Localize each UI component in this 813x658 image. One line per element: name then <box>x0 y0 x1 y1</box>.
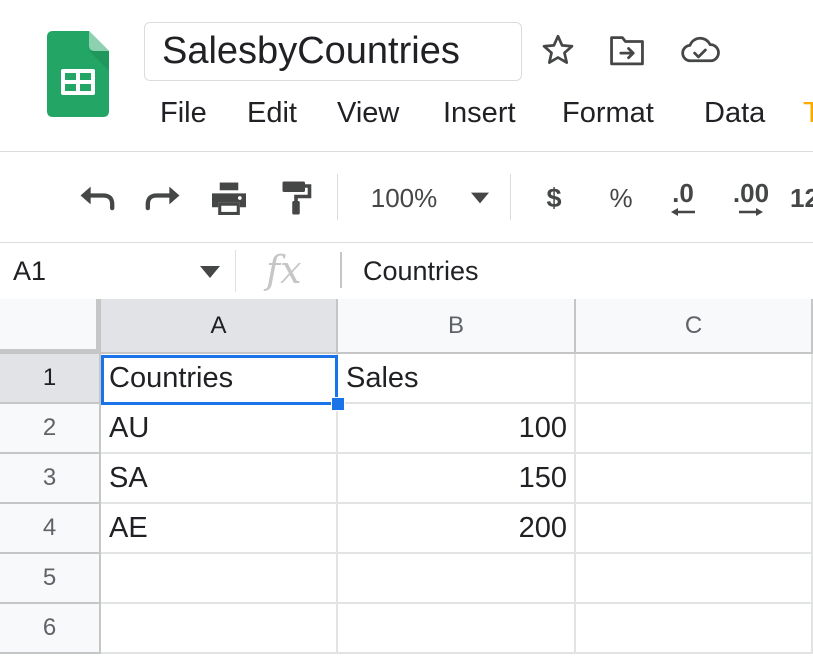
zoom-value: 100% <box>370 182 438 213</box>
increase-decimal-label: .00 <box>732 178 770 208</box>
decrease-decimal-label: .0 <box>672 178 694 208</box>
cell-b2[interactable]: 100 <box>338 404 576 454</box>
formula-input[interactable]: Countries <box>363 252 479 290</box>
cell-a3[interactable]: SA <box>101 454 338 504</box>
star-icon[interactable] <box>538 30 578 70</box>
print-icon[interactable] <box>208 176 250 220</box>
menu-insert[interactable]: Insert <box>443 90 516 136</box>
formula-bar-separator <box>235 250 236 292</box>
row-header-3[interactable]: 3 <box>0 454 101 504</box>
google-sheets-logo-icon[interactable] <box>47 31 109 117</box>
menu-data[interactable]: Data <box>704 90 765 136</box>
cell-b6[interactable] <box>338 604 576 654</box>
cell-c5[interactable] <box>576 554 813 604</box>
menu-file[interactable]: File <box>160 90 207 136</box>
row-header-2[interactable]: 2 <box>0 404 101 454</box>
cell-a5[interactable] <box>101 554 338 604</box>
increase-decimal-button[interactable]: .00 <box>724 176 778 220</box>
move-to-folder-icon[interactable] <box>607 30 647 70</box>
cell-a2[interactable]: AU <box>101 404 338 454</box>
zoom-select[interactable]: 100% <box>360 176 500 220</box>
cell-c3[interactable] <box>576 454 813 504</box>
column-header-c[interactable]: C <box>576 299 813 354</box>
cell-a4[interactable]: AE <box>101 504 338 554</box>
fx-icon: fx <box>266 248 302 292</box>
toolbar-divider <box>0 242 813 243</box>
header-divider <box>0 151 813 152</box>
cell-b1[interactable]: Sales <box>338 354 576 404</box>
currency-label: $ <box>546 182 562 213</box>
fill-handle[interactable] <box>331 397 345 411</box>
row-header-6[interactable]: 6 <box>0 604 101 654</box>
name-box[interactable]: A1 <box>13 252 46 290</box>
toolbar-separator <box>337 174 338 220</box>
zoom-dropdown-arrow-icon <box>471 192 490 204</box>
select-all-corner[interactable] <box>0 299 101 354</box>
column-header-b[interactable]: B <box>338 299 576 354</box>
format-currency-button[interactable]: $ <box>540 176 568 220</box>
cell-b5[interactable] <box>338 554 576 604</box>
menu-format[interactable]: Format <box>562 90 654 136</box>
column-header-a[interactable]: A <box>101 299 338 354</box>
cell-c4[interactable] <box>576 504 813 554</box>
row-header-1[interactable]: 1 <box>0 354 101 404</box>
row-header-5[interactable]: 5 <box>0 554 101 604</box>
menu-view[interactable]: View <box>337 90 399 136</box>
more-formats-button[interactable]: 12 <box>790 176 813 220</box>
more-formats-label: 12 <box>790 182 813 213</box>
document-title-input[interactable]: SalesbyCountries <box>144 22 522 81</box>
formula-bar-separator <box>340 252 342 288</box>
spreadsheet-grid: A B C 1 2 3 4 5 6 Countries Sales AU 100… <box>0 299 813 658</box>
cell-a6[interactable] <box>101 604 338 654</box>
cell-b3[interactable]: 150 <box>338 454 576 504</box>
undo-icon[interactable] <box>76 176 118 220</box>
decrease-decimal-button[interactable]: .0 <box>660 176 706 220</box>
menu-edit[interactable]: Edit <box>247 90 297 136</box>
arrow-left-icon <box>671 208 695 216</box>
cell-c6[interactable] <box>576 604 813 654</box>
arrow-right-icon <box>739 208 763 216</box>
toolbar-separator <box>510 174 511 220</box>
name-box-dropdown-icon[interactable] <box>200 266 220 278</box>
row-header-4[interactable]: 4 <box>0 504 101 554</box>
cloud-saved-icon[interactable] <box>680 30 720 70</box>
percent-label: % <box>609 182 633 213</box>
format-percent-button[interactable]: % <box>604 176 638 220</box>
paint-format-icon[interactable] <box>276 176 316 220</box>
cell-b4[interactable]: 200 <box>338 504 576 554</box>
redo-icon[interactable] <box>142 176 184 220</box>
menu-tools[interactable]: T <box>803 90 813 136</box>
cell-c1[interactable] <box>576 354 813 404</box>
cell-c2[interactable] <box>576 404 813 454</box>
cell-a1[interactable]: Countries <box>101 354 338 404</box>
